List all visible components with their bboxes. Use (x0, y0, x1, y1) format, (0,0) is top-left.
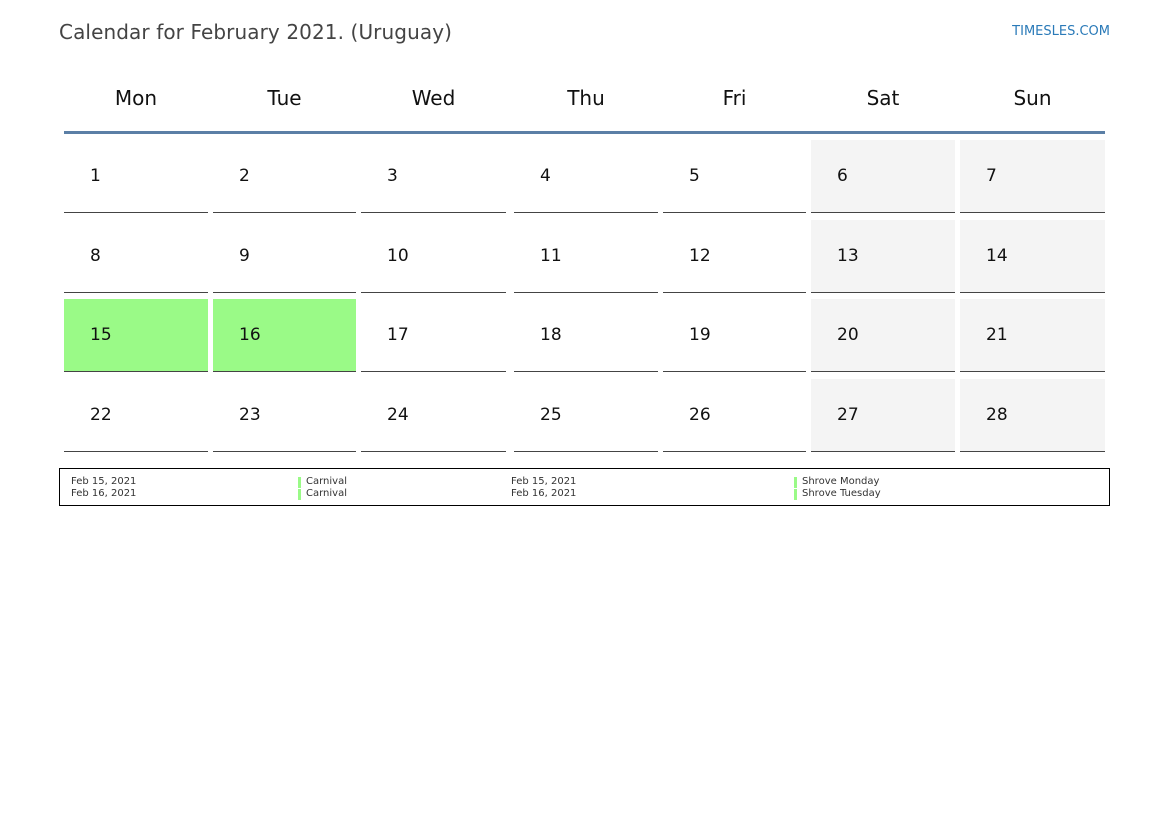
day-cell: 9 (213, 220, 356, 293)
day-number: 27 (837, 405, 859, 425)
day-cell: 26 (663, 379, 806, 452)
day-number: 23 (239, 405, 261, 425)
day-cell-holiday: 15 (64, 299, 208, 372)
day-cell: 27 (811, 379, 955, 452)
day-cell: 28 (960, 379, 1105, 452)
day-number: 20 (837, 325, 859, 345)
day-number: 12 (689, 246, 711, 266)
weekday-tue: Tue (267, 86, 302, 110)
day-number: 5 (689, 166, 700, 186)
day-cell: 24 (361, 379, 506, 452)
day-number: 14 (986, 246, 1008, 266)
day-number: 11 (540, 246, 562, 266)
day-cell: 4 (514, 140, 658, 213)
day-number: 1 (90, 166, 101, 186)
day-cell: 18 (514, 299, 658, 372)
day-number: 8 (90, 246, 101, 266)
day-number: 28 (986, 405, 1008, 425)
day-cell: 17 (361, 299, 506, 372)
page-title: Calendar for February 2021. (Uruguay) (59, 20, 453, 44)
weekday-thu: Thu (567, 86, 605, 110)
weekday-sat: Sat (866, 86, 900, 110)
header-divider (64, 131, 1105, 134)
day-number: 6 (837, 166, 848, 186)
day-number: 26 (689, 405, 711, 425)
legend-color-marker (298, 489, 301, 500)
day-number: 17 (387, 325, 409, 345)
day-number: 10 (387, 246, 409, 266)
day-cell: 13 (811, 220, 955, 293)
legend-date: Feb 16, 2021 (71, 488, 137, 499)
day-cell: 6 (811, 140, 955, 213)
weekday-sun: Sun (1013, 86, 1052, 110)
legend-color-marker (794, 489, 797, 500)
day-number: 24 (387, 405, 409, 425)
legend-holiday-name: Carnival (306, 476, 347, 487)
legend-color-marker (794, 477, 797, 488)
brand-link[interactable]: TIMESLES.COM (1012, 24, 1110, 39)
day-number: 13 (837, 246, 859, 266)
legend-color-marker (298, 477, 301, 488)
day-number: 9 (239, 246, 250, 266)
weekday-mon: Mon (114, 86, 158, 110)
day-number: 21 (986, 325, 1008, 345)
weekday-fri: Fri (722, 86, 747, 110)
day-cell: 10 (361, 220, 506, 293)
day-cell: 11 (514, 220, 658, 293)
day-cell: 3 (361, 140, 506, 213)
day-number: 18 (540, 325, 562, 345)
day-cell: 1 (64, 140, 208, 213)
day-cell: 12 (663, 220, 806, 293)
day-cell: 2 (213, 140, 356, 213)
day-cell: 14 (960, 220, 1105, 293)
day-cell: 25 (514, 379, 658, 452)
day-cell: 22 (64, 379, 208, 452)
day-cell: 8 (64, 220, 208, 293)
legend-holiday-name: Carnival (306, 488, 347, 499)
day-number: 15 (90, 325, 112, 345)
day-cell-holiday: 16 (213, 299, 356, 372)
day-number: 7 (986, 166, 997, 186)
weekday-header: Mon Tue Wed Thu Fri Sat Sun (64, 72, 1105, 132)
day-cell: 23 (213, 379, 356, 452)
day-number: 19 (689, 325, 711, 345)
day-number: 16 (239, 325, 261, 345)
day-cell: 21 (960, 299, 1105, 372)
day-number: 22 (90, 405, 112, 425)
legend-holiday-name: Shrove Monday (802, 476, 880, 487)
day-cell: 19 (663, 299, 806, 372)
holiday-legend: Feb 15, 2021 Carnival Feb 16, 2021 Carnival… (59, 468, 1110, 506)
legend-date: Feb 15, 2021 (71, 476, 137, 487)
day-number: 25 (540, 405, 562, 425)
legend-holiday-name: Shrove Tuesday (802, 488, 881, 499)
day-number: 4 (540, 166, 551, 186)
legend-date: Feb 15, 2021 (511, 476, 577, 487)
day-cell: 20 (811, 299, 955, 372)
day-cell: 5 (663, 140, 806, 213)
legend-date: Feb 16, 2021 (511, 488, 577, 499)
day-number: 3 (387, 166, 398, 186)
day-cell: 7 (960, 140, 1105, 213)
day-number: 2 (239, 166, 250, 186)
weekday-wed: Wed (411, 86, 456, 110)
